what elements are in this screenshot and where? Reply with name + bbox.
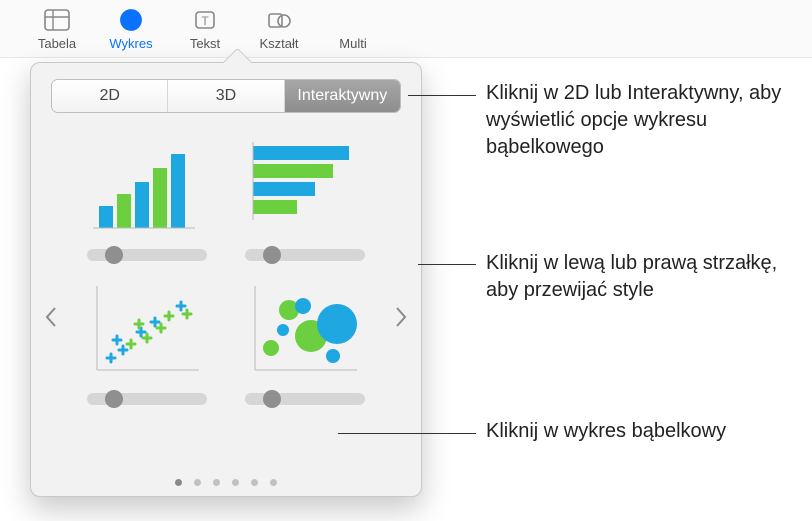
page-dot[interactable] xyxy=(175,479,182,486)
chart-option-bubble[interactable] xyxy=(239,275,371,405)
toolbar-item-media[interactable]: Multi xyxy=(316,6,390,51)
toolbar: Tabela Wykres T Tekst Kształt Multi xyxy=(0,0,812,58)
toolbar-label: Tekst xyxy=(190,36,220,51)
tab-3d[interactable]: 3D xyxy=(168,80,284,112)
toolbar-label: Kształt xyxy=(259,36,298,51)
text-icon: T xyxy=(192,6,218,34)
callout-line xyxy=(408,95,476,96)
chart-popover: 2D 3D Interaktywny xyxy=(30,62,422,497)
scatter-chart-icon xyxy=(82,275,212,385)
callout-text: Kliknij w wykres bąbelkowy xyxy=(486,418,796,445)
toolbar-label: Multi xyxy=(339,36,366,51)
style-slider[interactable] xyxy=(245,249,365,261)
page-dot[interactable] xyxy=(194,479,201,486)
callout-line xyxy=(338,433,476,434)
toolbar-item-chart[interactable]: Wykres xyxy=(94,6,168,51)
bubble-chart-icon xyxy=(240,275,370,385)
callout-line xyxy=(418,264,476,265)
chevron-right-icon xyxy=(394,306,408,328)
chevron-left-icon xyxy=(44,306,58,328)
toolbar-item-shape[interactable]: Kształt xyxy=(242,6,316,51)
toolbar-label: Tabela xyxy=(38,36,76,51)
page-dots xyxy=(31,479,421,486)
table-icon xyxy=(44,6,70,34)
page-dot[interactable] xyxy=(270,479,277,486)
style-slider[interactable] xyxy=(245,393,365,405)
chart-grid xyxy=(31,131,421,405)
style-slider[interactable] xyxy=(87,393,207,405)
segmented-control: 2D 3D Interaktywny xyxy=(51,79,401,113)
tab-2d[interactable]: 2D xyxy=(52,80,168,112)
svg-text:T: T xyxy=(201,14,209,28)
callout-text: Kliknij w 2D lub Interaktywny, aby wyświ… xyxy=(486,80,796,161)
page-dot[interactable] xyxy=(213,479,220,486)
tab-interactive[interactable]: Interaktywny xyxy=(285,80,400,112)
nav-prev[interactable] xyxy=(37,299,65,335)
toolbar-item-text[interactable]: T Tekst xyxy=(168,6,242,51)
style-slider[interactable] xyxy=(87,249,207,261)
pie-chart-icon xyxy=(118,6,144,34)
chart-option-scatter[interactable] xyxy=(81,275,213,405)
shape-icon xyxy=(266,6,292,34)
chart-option-bar[interactable] xyxy=(239,131,371,261)
column-chart-icon xyxy=(82,131,212,241)
toolbar-item-table[interactable]: Tabela xyxy=(20,6,94,51)
nav-next[interactable] xyxy=(387,299,415,335)
page-dot[interactable] xyxy=(232,479,239,486)
chart-option-column[interactable] xyxy=(81,131,213,261)
toolbar-label: Wykres xyxy=(109,36,152,51)
page-dot[interactable] xyxy=(251,479,258,486)
bar-chart-icon xyxy=(240,131,370,241)
chart-pane xyxy=(31,131,421,461)
callout-text: Kliknij w lewą lub prawą strzałkę, aby p… xyxy=(486,250,796,304)
